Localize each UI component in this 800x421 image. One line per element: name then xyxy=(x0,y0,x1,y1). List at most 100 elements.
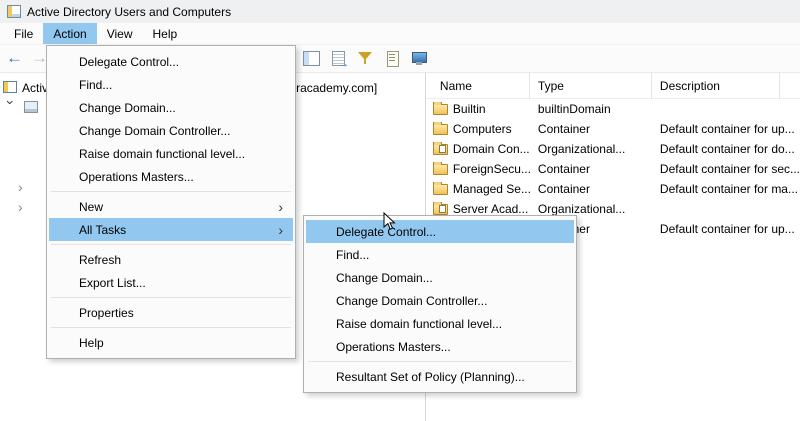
menubar-view[interactable]: View xyxy=(97,23,143,44)
submenu-item-label: Raise domain functional level... xyxy=(336,317,502,331)
menu-item-change-domain-controller[interactable]: Change Domain Controller... xyxy=(49,119,293,142)
menu-item-export-list[interactable]: Export List... xyxy=(49,271,293,294)
list-row[interactable]: Computers Container Default container fo… xyxy=(426,119,800,139)
menubar-item-label: File xyxy=(14,27,33,41)
chevron-expanded-icon[interactable] xyxy=(2,100,18,112)
menu-item-label: Change Domain... xyxy=(79,101,176,115)
column-header[interactable]: Type xyxy=(530,73,652,99)
list-row[interactable]: ForeignSecu... Container Default contain… xyxy=(426,159,800,179)
menubar-item-label: Action xyxy=(53,27,86,41)
menu-item-help[interactable]: Help xyxy=(49,331,293,354)
submenu-arrow-icon xyxy=(278,201,283,213)
script-icon[interactable] xyxy=(383,50,401,66)
menubar-item-label: View xyxy=(107,27,133,41)
menu-item-refresh[interactable]: Refresh xyxy=(49,248,293,271)
container-icon xyxy=(433,184,448,195)
domain-icon xyxy=(24,101,38,113)
list-row[interactable]: Managed Se... Container Default containe… xyxy=(426,179,800,199)
menubar-file[interactable]: File xyxy=(4,23,43,44)
menu-item-label: Delegate Control... xyxy=(79,55,179,69)
submenu-item-find[interactable]: Find... xyxy=(306,243,574,266)
submenu-item-label: Delegate Control... xyxy=(336,225,436,239)
menu-separator xyxy=(51,244,291,245)
object-name: ForeignSecu... xyxy=(453,162,530,176)
cell-name: Managed Se... xyxy=(426,182,530,196)
computer-icon[interactable] xyxy=(410,50,428,66)
chevron-collapsed-icon[interactable] xyxy=(18,200,30,216)
menu-item-label: New xyxy=(79,200,103,214)
container-icon xyxy=(433,104,448,115)
cell-name: Builtin xyxy=(426,102,530,116)
cell-type: Organizational... xyxy=(530,202,652,216)
menu-item-change-domain[interactable]: Change Domain... xyxy=(49,96,293,119)
cell-type: Container xyxy=(530,182,652,196)
cell-description: Default container for up... xyxy=(652,222,800,236)
column-header[interactable]: Name xyxy=(426,73,530,99)
menu-item-operations-masters[interactable]: Operations Masters... xyxy=(49,165,293,188)
submenu-item-resultant-set-of-policy-planning[interactable]: Resultant Set of Policy (Planning)... xyxy=(306,365,574,388)
list-row[interactable]: Domain Con... Organizational... Default … xyxy=(426,139,800,159)
submenu-item-raise-domain-functional-level[interactable]: Raise domain functional level... xyxy=(306,312,574,335)
menu-item-label: All Tasks xyxy=(79,223,126,237)
menu-separator xyxy=(51,191,291,192)
menu-item-label: Raise domain functional level... xyxy=(79,147,245,161)
submenu-item-operations-masters[interactable]: Operations Masters... xyxy=(306,335,574,358)
menu-item-properties[interactable]: Properties xyxy=(49,301,293,324)
menu-separator xyxy=(308,361,572,362)
menu-item-label: Refresh xyxy=(79,253,121,267)
action-menu: Delegate Control... Find... Change Domai… xyxy=(46,45,296,359)
object-name: Server Acad... xyxy=(453,202,528,216)
submenu-item-change-domain-controller[interactable]: Change Domain Controller... xyxy=(306,289,574,312)
menubar: File Action View Help xyxy=(0,23,800,45)
menu-separator xyxy=(51,297,291,298)
menu-item-delegate-control[interactable]: Delegate Control... xyxy=(49,50,293,73)
cell-type: Container xyxy=(530,122,652,136)
back-icon[interactable] xyxy=(6,48,23,68)
ou-icon xyxy=(433,144,448,155)
console-root-icon xyxy=(3,81,17,93)
cell-type: Container xyxy=(530,162,652,176)
cell-name: Domain Con... xyxy=(426,142,530,156)
cell-type: builtinDomain xyxy=(530,102,652,116)
submenu-item-change-domain[interactable]: Change Domain... xyxy=(306,266,574,289)
aduc-window: Active Directory Users and Computers Fil… xyxy=(0,0,800,421)
list-row[interactable]: Builtin builtinDomain xyxy=(426,99,800,119)
menu-item-raise-domain-functional-level[interactable]: Raise domain functional level... xyxy=(49,142,293,165)
menubar-action[interactable]: Action xyxy=(43,23,96,44)
submenu-item-delegate-control[interactable]: Delegate Control... xyxy=(306,220,574,243)
menu-separator xyxy=(51,327,291,328)
menubar-help[interactable]: Help xyxy=(143,23,188,44)
cell-name: Computers xyxy=(426,122,530,136)
menu-item-label: Help xyxy=(79,336,104,350)
column-header[interactable]: Description xyxy=(652,73,780,99)
menubar-item-label: Help xyxy=(153,27,178,41)
menu-item-label: Properties xyxy=(79,306,134,320)
aduc-app-icon xyxy=(7,5,21,18)
menu-item-new[interactable]: New xyxy=(49,195,293,218)
menu-item-find[interactable]: Find... xyxy=(49,73,293,96)
object-name: Domain Con... xyxy=(453,142,530,156)
submenu-item-label: Change Domain Controller... xyxy=(336,294,487,308)
menu-item-all-tasks[interactable]: All Tasks xyxy=(49,218,293,241)
all-tasks-submenu: Delegate Control... Find... Change Domai… xyxy=(303,215,577,393)
export-list-icon[interactable] xyxy=(329,50,347,66)
window-title: Active Directory Users and Computers xyxy=(27,5,231,19)
list-header: NameTypeDescription xyxy=(426,73,800,99)
toolbar-nav-group xyxy=(6,48,48,68)
console-tree-icon[interactable] xyxy=(302,50,320,66)
submenu-arrow-icon xyxy=(278,224,283,236)
object-name: Computers xyxy=(453,122,512,136)
cell-description: Default container for ma... xyxy=(652,182,800,196)
ou-icon xyxy=(433,204,448,215)
titlebar: Active Directory Users and Computers xyxy=(0,0,800,23)
cell-type: Organizational... xyxy=(530,142,652,156)
chevron-collapsed-icon[interactable] xyxy=(18,180,30,196)
cell-name: Server Acad... xyxy=(426,202,530,216)
cell-description: Default container for up... xyxy=(652,122,800,136)
submenu-item-label: Resultant Set of Policy (Planning)... xyxy=(336,370,525,384)
filter-icon[interactable] xyxy=(356,50,374,66)
container-icon xyxy=(433,164,448,175)
menu-item-label: Operations Masters... xyxy=(79,170,194,184)
object-name: Builtin xyxy=(453,102,486,116)
cell-description: Default container for do... xyxy=(652,142,800,156)
